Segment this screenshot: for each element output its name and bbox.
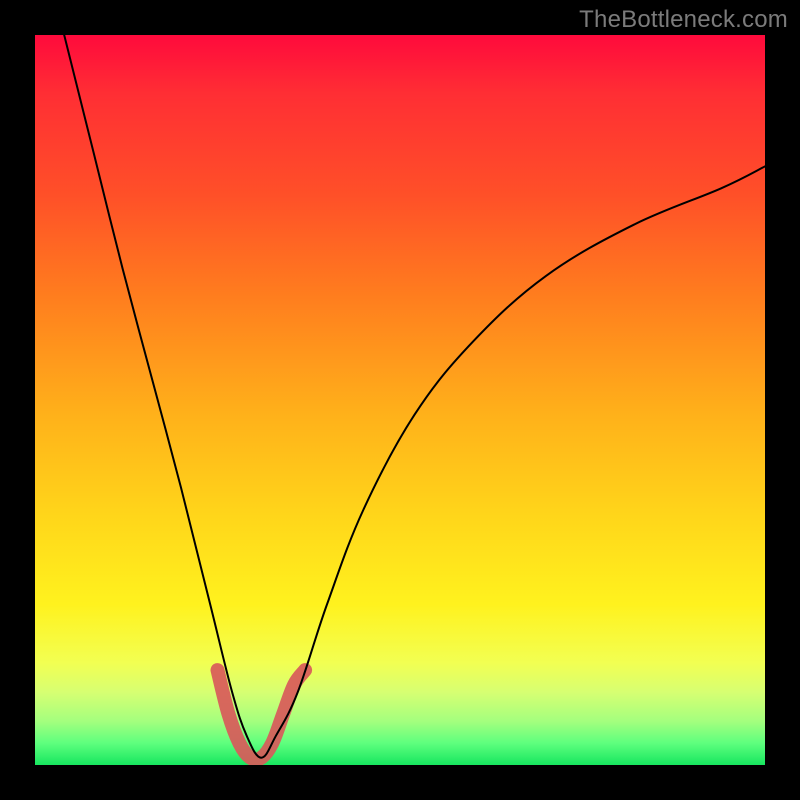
bottleneck-curve xyxy=(64,35,765,758)
chart-svg xyxy=(35,35,765,765)
watermark-label: TheBottleneck.com xyxy=(579,6,788,34)
plot-area xyxy=(35,35,765,765)
chart-frame: TheBottleneck.com xyxy=(0,0,800,800)
